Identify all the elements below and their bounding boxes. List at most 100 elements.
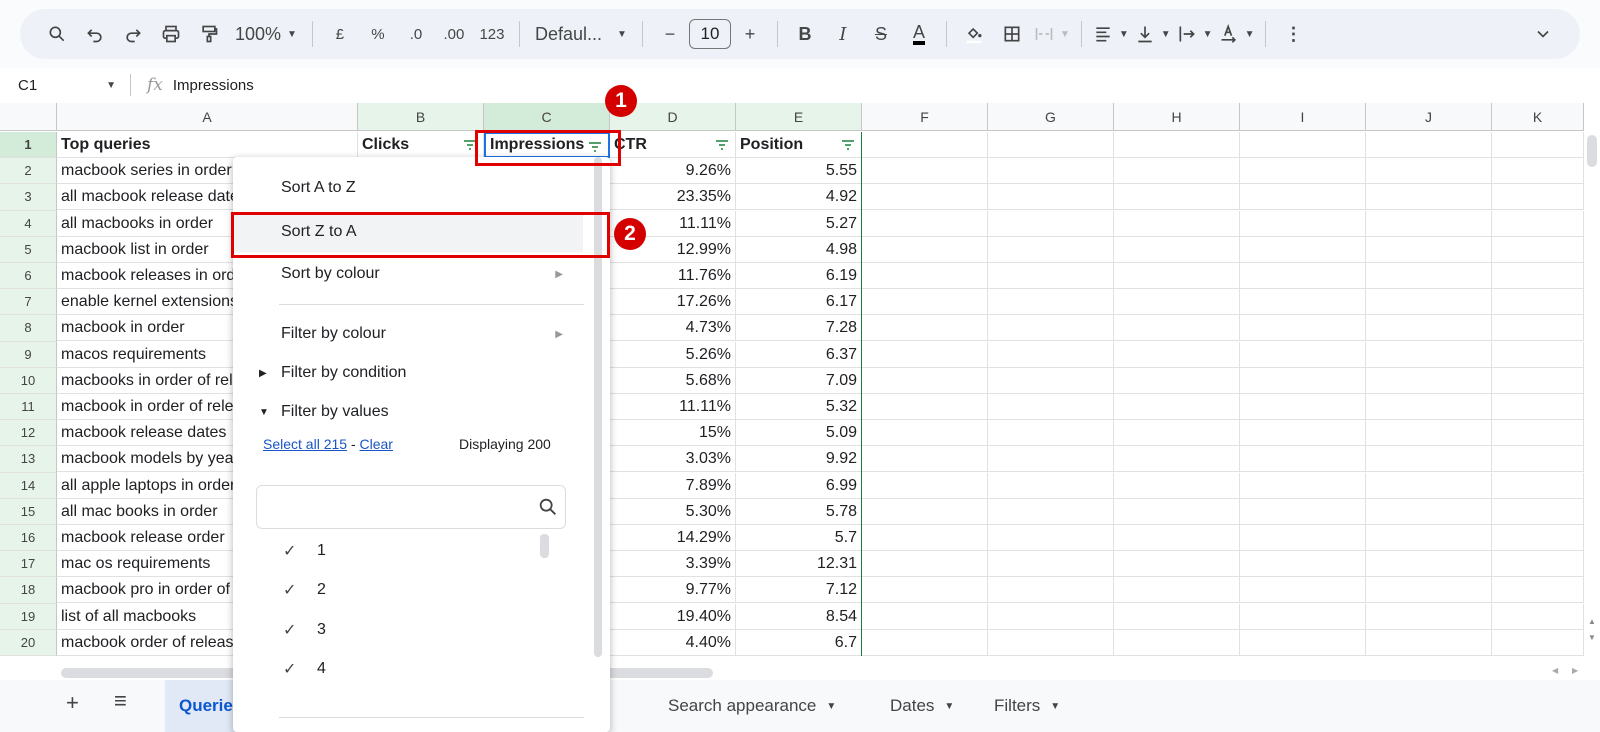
row-header[interactable]: 13: [0, 446, 57, 473]
value-checkbox-item[interactable]: ✓ 4: [283, 659, 326, 679]
table-cell-e[interactable]: 6.7: [736, 629, 862, 656]
empty-cell[interactable]: [862, 341, 988, 368]
empty-cell[interactable]: [1240, 210, 1366, 237]
empty-cell[interactable]: [1492, 472, 1584, 499]
empty-cell[interactable]: [988, 341, 1114, 368]
table-cell-e[interactable]: 5.7: [736, 525, 862, 551]
empty-cell[interactable]: [1366, 498, 1492, 525]
text-color-button[interactable]: A: [903, 18, 935, 50]
empty-cell[interactable]: [1366, 315, 1492, 342]
empty-cell[interactable]: [862, 577, 988, 604]
empty-cell[interactable]: [862, 236, 988, 263]
empty-cell[interactable]: [988, 263, 1114, 289]
table-cell-e[interactable]: 5.55: [736, 158, 862, 185]
empty-cell[interactable]: [862, 420, 988, 447]
empty-cell[interactable]: [1492, 420, 1584, 447]
table-cell-d[interactable]: 3.03%: [610, 446, 736, 473]
empty-cell[interactable]: [1240, 263, 1366, 289]
filter-icon[interactable]: [841, 139, 855, 151]
table-cell-e[interactable]: 7.12: [736, 577, 862, 604]
more-formats-button[interactable]: 123: [476, 18, 508, 50]
vertical-scrollbar[interactable]: ▲ ▼: [1585, 131, 1600, 665]
empty-cell[interactable]: [1114, 525, 1240, 551]
empty-cell[interactable]: [1240, 525, 1366, 551]
vertical-align-button[interactable]: ▼: [1135, 18, 1171, 50]
filter-icon[interactable]: [715, 139, 729, 151]
empty-cell[interactable]: [1114, 315, 1240, 342]
scroll-right-icon[interactable]: ▶: [1572, 666, 1578, 675]
table-cell-e[interactable]: 9.92: [736, 446, 862, 473]
empty-cell[interactable]: [862, 184, 988, 211]
empty-cell[interactable]: [1492, 603, 1584, 630]
empty-cell[interactable]: [1114, 132, 1240, 158]
empty-cell[interactable]: [862, 551, 988, 578]
column-header-a[interactable]: A: [57, 103, 358, 131]
empty-cell[interactable]: [1114, 446, 1240, 473]
header-cell-e[interactable]: Position: [736, 132, 862, 158]
empty-cell[interactable]: [988, 367, 1114, 394]
decrease-decimal-button[interactable]: .0: [400, 18, 432, 50]
empty-cell[interactable]: [862, 603, 988, 630]
row-header[interactable]: 2: [0, 158, 57, 185]
empty-cell[interactable]: [1366, 446, 1492, 473]
row-header[interactable]: 1: [0, 132, 57, 159]
empty-cell[interactable]: [1240, 315, 1366, 342]
empty-cell[interactable]: [988, 472, 1114, 499]
table-cell-d[interactable]: 11.76%: [610, 263, 736, 289]
table-cell-d[interactable]: 9.77%: [610, 577, 736, 604]
empty-cell[interactable]: [862, 367, 988, 394]
sort-by-colour-item[interactable]: Sort by colour ▶: [233, 254, 583, 294]
empty-cell[interactable]: [1492, 629, 1584, 656]
empty-cell[interactable]: [988, 629, 1114, 656]
table-cell-e[interactable]: 6.19: [736, 263, 862, 289]
empty-cell[interactable]: [1492, 498, 1584, 525]
empty-cell[interactable]: [1492, 210, 1584, 237]
empty-cell[interactable]: [1114, 603, 1240, 630]
filter-by-values-item[interactable]: ▼ Filter by values: [233, 392, 583, 432]
empty-cell[interactable]: [1366, 236, 1492, 263]
header-cell-b[interactable]: Clicks: [358, 132, 484, 158]
search-menus-button[interactable]: [41, 18, 73, 50]
empty-cell[interactable]: [1240, 367, 1366, 394]
empty-cell[interactable]: [1240, 420, 1366, 447]
increase-font-size-button[interactable]: +: [734, 18, 766, 50]
empty-cell[interactable]: [862, 446, 988, 473]
sort-a-to-z-item[interactable]: Sort A to Z: [233, 168, 583, 208]
empty-cell[interactable]: [988, 394, 1114, 420]
table-cell-d[interactable]: 5.30%: [610, 498, 736, 525]
table-cell-e[interactable]: 7.09: [736, 367, 862, 394]
empty-cell[interactable]: [862, 289, 988, 316]
empty-cell[interactable]: [988, 525, 1114, 551]
table-cell-d[interactable]: 4.40%: [610, 629, 736, 656]
all-sheets-button[interactable]: ≡: [114, 688, 127, 714]
table-cell-e[interactable]: 4.92: [736, 184, 862, 211]
empty-cell[interactable]: [1240, 498, 1366, 525]
empty-cell[interactable]: [1114, 263, 1240, 289]
empty-cell[interactable]: [862, 263, 988, 289]
empty-cell[interactable]: [1366, 289, 1492, 316]
row-header[interactable]: 19: [0, 603, 57, 630]
empty-cell[interactable]: [1492, 315, 1584, 342]
empty-cell[interactable]: [1114, 394, 1240, 420]
row-header[interactable]: 9: [0, 341, 57, 368]
empty-cell[interactable]: [1492, 577, 1584, 604]
empty-cell[interactable]: [862, 132, 988, 158]
row-header[interactable]: 12: [0, 420, 57, 447]
empty-cell[interactable]: [988, 420, 1114, 447]
clear-link[interactable]: Clear: [360, 436, 393, 452]
empty-cell[interactable]: [1492, 446, 1584, 473]
table-cell-e[interactable]: 8.54: [736, 603, 862, 630]
empty-cell[interactable]: [988, 446, 1114, 473]
scroll-left-icon[interactable]: ◀: [1552, 666, 1558, 675]
row-header[interactable]: 18: [0, 577, 57, 604]
empty-cell[interactable]: [1114, 289, 1240, 316]
empty-cell[interactable]: [862, 498, 988, 525]
table-cell-e[interactable]: 5.09: [736, 420, 862, 447]
empty-cell[interactable]: [1492, 341, 1584, 368]
column-header-h[interactable]: H: [1114, 103, 1240, 131]
empty-cell[interactable]: [1492, 394, 1584, 420]
table-cell-d[interactable]: 14.29%: [610, 525, 736, 551]
filter-by-colour-item[interactable]: Filter by colour ▶: [233, 314, 583, 354]
select-all-link[interactable]: Select all 215: [263, 436, 347, 452]
empty-cell[interactable]: [1492, 525, 1584, 551]
